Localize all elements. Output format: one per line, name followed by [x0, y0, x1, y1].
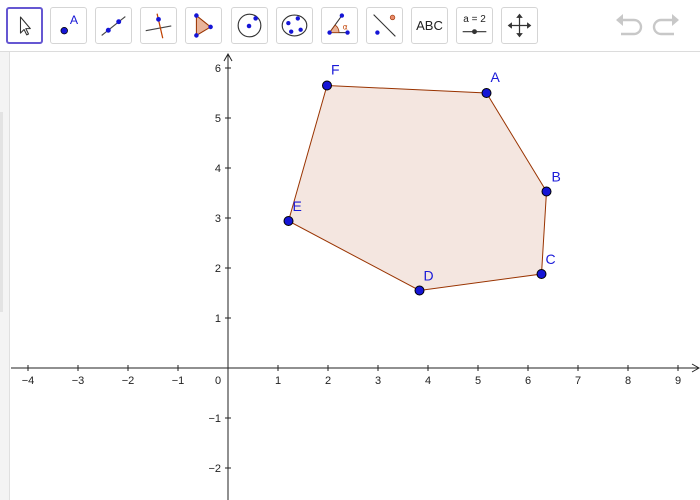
point-D[interactable] — [414, 285, 425, 296]
arrow-cursor-icon — [19, 16, 31, 36]
move-arrows-icon — [507, 13, 532, 38]
x-tick-label: 0 — [215, 375, 221, 387]
x-tick-label: 6 — [525, 375, 531, 387]
perpendicular-line-tool-button[interactable] — [140, 7, 177, 44]
y-tick-label: 2 — [215, 263, 221, 275]
point-tool-label: A — [70, 13, 79, 27]
point-label-B: B — [552, 169, 561, 185]
point-label-F: F — [331, 62, 340, 78]
undo-icon — [616, 14, 643, 36]
point-label-A: A — [491, 69, 501, 85]
graphics-view[interactable]: −4 −3 −2 −1 0 1 2 3 4 5 6 7 8 9 1 2 3 4 5 6 −1 −2 A B C D E F — [11, 52, 700, 500]
y-tick-label: −1 — [208, 413, 221, 425]
polygon-layer[interactable]: A B C D E F — [283, 62, 561, 296]
move-tool-button[interactable] — [6, 7, 43, 44]
x-tick-label: 4 — [425, 375, 431, 387]
redo-icon — [652, 14, 679, 36]
slider-tool-button[interactable]: a = 2 — [456, 7, 493, 44]
slider-icon — [462, 29, 487, 35]
text-tool-button[interactable]: ABC — [411, 7, 448, 44]
conic-tool-button[interactable] — [276, 7, 313, 44]
point-B[interactable] — [541, 186, 552, 197]
point-label-E: E — [293, 198, 302, 214]
x-tick-label: 7 — [575, 375, 581, 387]
point-label-C: C — [546, 251, 556, 267]
point-F[interactable] — [322, 80, 332, 91]
y-tick-label: 3 — [215, 213, 221, 225]
text-icon: ABC — [416, 18, 443, 33]
reflect-about-line-icon — [373, 14, 396, 37]
x-tick-label: −3 — [72, 375, 85, 387]
x-tick-label: 5 — [475, 375, 481, 387]
y-tick-label: 1 — [215, 313, 221, 325]
point-icon: A — [60, 13, 79, 35]
x-tick-label: 9 — [675, 375, 681, 387]
y-tick-label: 6 — [215, 63, 221, 75]
reflect-tool-button[interactable] — [366, 7, 403, 44]
polygon-icon — [194, 13, 213, 38]
line-through-points-icon — [101, 16, 126, 36]
x-tick-label: 8 — [625, 375, 631, 387]
angle-icon: α — [327, 13, 350, 35]
line-tool-button[interactable] — [95, 7, 132, 44]
circle-center-point-icon — [237, 13, 262, 38]
x-tick-label: 2 — [325, 375, 331, 387]
circle-tool-button[interactable] — [231, 7, 268, 44]
polygon-ABCDEF[interactable] — [287, 84, 548, 292]
point-tool-button[interactable]: A — [50, 7, 87, 44]
x-tick-label: 1 — [275, 375, 281, 387]
redo-button[interactable] — [650, 12, 682, 40]
x-tick-label: −1 — [172, 375, 185, 387]
y-tick-label: −2 — [208, 463, 221, 475]
polygon-tool-button[interactable] — [185, 7, 222, 44]
point-A[interactable] — [481, 88, 492, 98]
x-tick-label: 3 — [375, 375, 381, 387]
undo-button[interactable] — [613, 12, 645, 40]
toolbar: A α ABC a = 2 — [0, 0, 700, 52]
point-label-D: D — [424, 268, 434, 284]
point-E[interactable] — [283, 216, 294, 226]
angle-tool-label: α — [343, 23, 348, 32]
y-tick-label: 5 — [215, 113, 221, 125]
conic-five-points-icon — [281, 14, 308, 37]
x-tick-label: −2 — [122, 375, 135, 387]
angle-tool-button[interactable]: α — [321, 7, 358, 44]
algebra-view-collapsed-strip[interactable] — [0, 52, 10, 500]
graphics-canvas[interactable]: −4 −3 −2 −1 0 1 2 3 4 5 6 7 8 9 1 2 3 4 5 6 −1 −2 A B C D E F — [11, 52, 700, 500]
perpendicular-line-icon — [145, 13, 172, 39]
point-C[interactable] — [536, 269, 547, 279]
y-tick-label: 4 — [215, 163, 221, 175]
algebra-view-handle[interactable] — [0, 112, 3, 312]
move-graphics-view-tool-button[interactable] — [501, 7, 538, 44]
x-tick-label: −4 — [22, 375, 35, 387]
